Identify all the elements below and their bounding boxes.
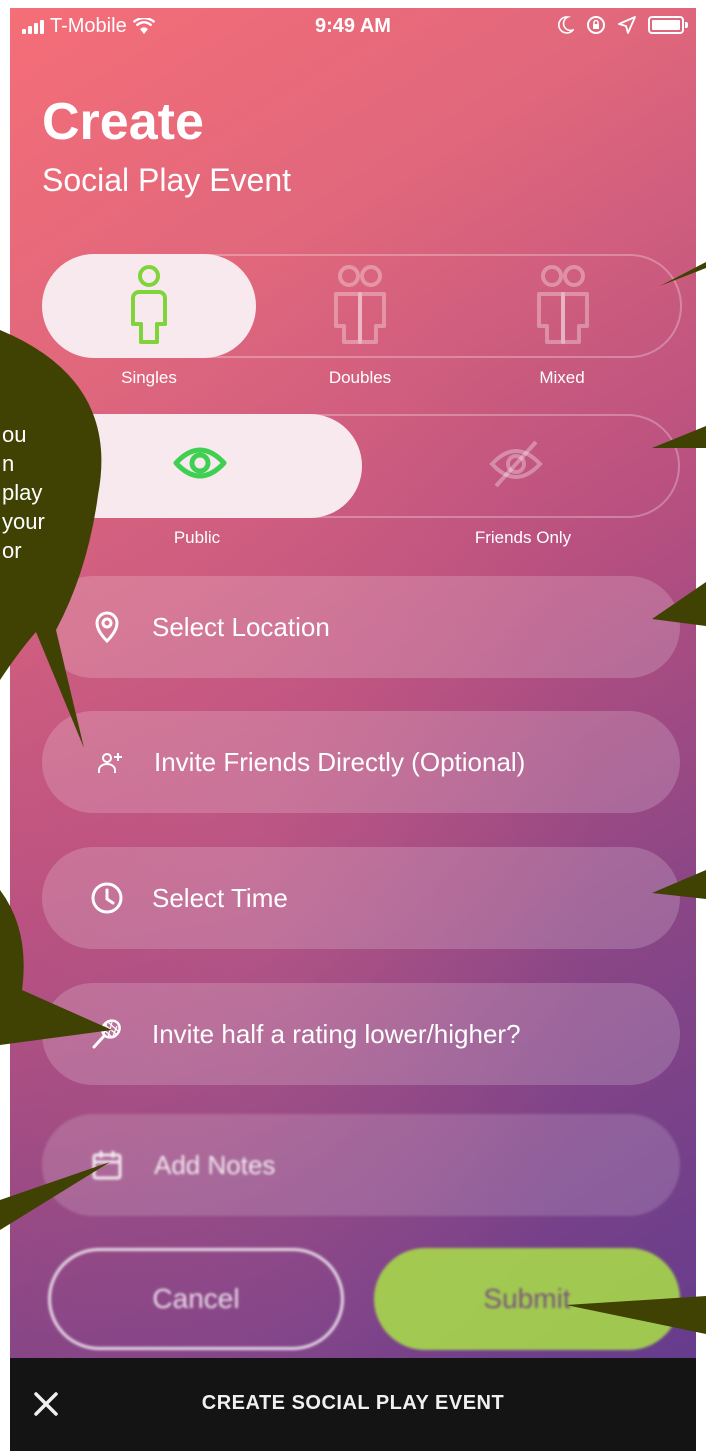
bubble-text-1: ou: [2, 422, 27, 447]
select-location-label: Select Location: [152, 611, 330, 642]
location-pin-icon: [95, 611, 119, 644]
visibility-selector: [42, 414, 680, 518]
rotation-lock-icon: [587, 16, 605, 34]
option-public-label[interactable]: Public: [117, 528, 277, 548]
option-singles-label[interactable]: Singles: [69, 368, 229, 388]
invite-friends-label: Invite Friends Directly (Optional): [154, 746, 526, 777]
page-subtitle: Social Play Event: [42, 162, 292, 198]
option-mixed-label[interactable]: Mixed: [482, 368, 642, 388]
submit-button[interactable]: Submit: [374, 1248, 680, 1350]
single-person-icon[interactable]: [125, 262, 173, 350]
eye-slash-icon[interactable]: [486, 438, 546, 490]
status-bar: T-Mobile 9:49 AM: [10, 8, 696, 46]
select-location-field[interactable]: Select Location: [42, 576, 680, 678]
moon-icon: [558, 16, 574, 34]
eye-icon[interactable]: [172, 441, 228, 485]
rating-range-label: Invite half a rating lower/higher?: [152, 1018, 521, 1049]
bottom-bar-title: CREATE SOCIAL PLAY EVENT: [201, 1392, 505, 1414]
calendar-icon: [92, 1151, 122, 1180]
page-title: Create: [42, 93, 204, 151]
bubble-text-4: your: [2, 509, 45, 534]
bubble-text-3: play: [2, 480, 43, 505]
status-icons: [558, 15, 688, 35]
mixed-people-icon[interactable]: [529, 262, 597, 350]
add-notes-field[interactable]: Add Notes: [42, 1114, 680, 1216]
battery-icon: [648, 16, 688, 34]
bubble-text-5: or: [2, 538, 22, 563]
bubble-text-2: n: [2, 451, 15, 476]
clock-icon: [91, 882, 123, 914]
select-time-label: Select Time: [152, 882, 288, 913]
add-notes-label: Add Notes: [154, 1149, 276, 1180]
tennis-racket-icon: [92, 1019, 121, 1049]
cancel-button[interactable]: Cancel: [48, 1248, 344, 1350]
location-arrow-icon: [618, 16, 636, 34]
select-time-field[interactable]: Select Time: [42, 847, 680, 949]
option-friends-only-label[interactable]: Friends Only: [443, 528, 603, 548]
doubles-people-icon[interactable]: [326, 262, 394, 350]
app-screen: T-Mobile 9:49 AM Create Social Play Even…: [10, 8, 696, 1451]
add-person-icon: [98, 753, 122, 773]
invite-friends-field[interactable]: Invite Friends Directly (Optional): [42, 711, 680, 813]
option-doubles-label[interactable]: Doubles: [280, 368, 440, 388]
rating-range-field[interactable]: Invite half a rating lower/higher?: [42, 983, 680, 1085]
bottom-bar: CREATE SOCIAL PLAY EVENT: [10, 1358, 696, 1451]
